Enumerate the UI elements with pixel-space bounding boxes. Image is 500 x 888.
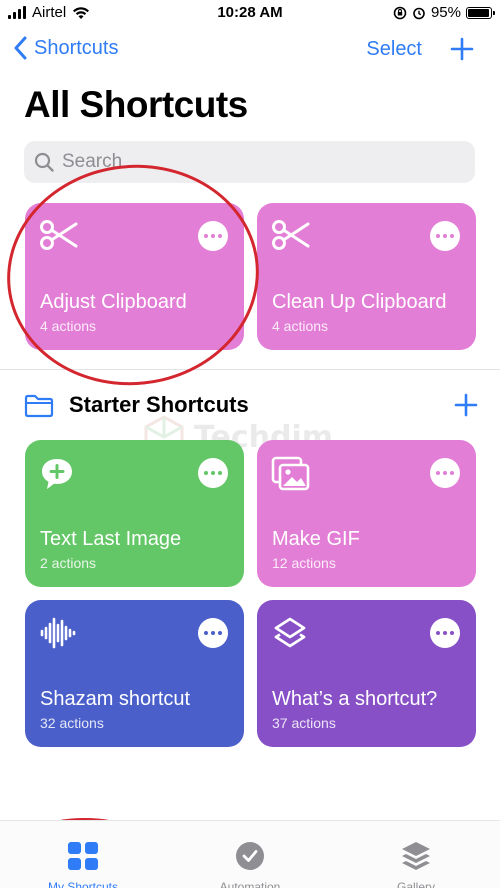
back-label: Shortcuts [34,36,119,59]
stack-icon [402,842,430,870]
search-bar[interactable] [24,141,475,183]
starter-section-header: Starter Shortcuts [24,392,478,420]
plus-icon [450,37,474,61]
photos-icon [271,456,310,491]
battery-icon [466,6,495,19]
add-shortcut-button[interactable] [450,36,474,67]
section-title: Starter Shortcuts [69,392,249,417]
shortcut-card-text-last-image[interactable]: Text Last Image 2 actions [25,440,244,587]
select-button[interactable]: Select [366,38,422,61]
layers-icon [274,617,306,648]
tab-label: Automation [219,880,281,888]
page-title: All Shortcuts [24,84,248,125]
battery-percent: 95% [430,4,461,21]
search-icon [34,152,54,172]
scissors-icon [40,220,78,250]
shortcut-title: Clean Up Clipboard [272,291,447,313]
scissors-icon [272,220,310,250]
shortcut-actions-count: 4 actions [272,318,329,334]
message-plus-icon [42,459,72,489]
search-input[interactable] [62,151,442,173]
folder-icon [24,394,54,418]
tab-bar: My Shortcuts Automation Gallery [0,820,500,888]
more-options-button[interactable] [430,458,460,488]
more-options-button[interactable] [430,221,460,251]
shortcut-card-whats-a-shortcut[interactable]: What’s a shortcut? 37 actions [257,600,476,747]
more-options-button[interactable] [198,221,228,251]
plus-icon [454,393,478,417]
shortcut-title: Make GIF [272,528,360,550]
grid-icon [68,842,98,870]
shortcut-card-adjust-clipboard[interactable]: Adjust Clipboard 4 actions [25,203,244,350]
chevron-left-icon [14,36,27,60]
alarm-icon [413,7,425,19]
shortcut-title: Text Last Image [40,528,182,550]
back-button[interactable]: Shortcuts [14,36,118,60]
nav-bar: Shortcuts Select [0,36,500,68]
add-starter-button[interactable] [454,392,478,423]
section-divider [0,369,500,370]
shortcut-actions-count: 4 actions [40,318,97,334]
more-options-button[interactable] [198,458,228,488]
tab-my-shortcuts[interactable]: My Shortcuts [23,841,143,888]
status-right: 95% [393,4,495,21]
more-options-button[interactable] [198,618,228,648]
orientation-lock-icon [393,6,407,19]
clock-check-icon [236,842,264,870]
shortcut-actions-count: 2 actions [40,555,97,571]
shortcut-card-clean-up-clipboard[interactable]: Clean Up Clipboard 4 actions [257,203,476,350]
tab-label: My Shortcuts [47,880,119,888]
status-bar: Airtel 10:28 AM 95% [0,0,500,28]
shortcut-actions-count: 37 actions [272,715,336,731]
tab-automation[interactable]: Automation [190,841,310,888]
shortcut-card-shazam-shortcut[interactable]: Shazam shortcut 32 actions [25,600,244,747]
shortcut-card-make-gif[interactable]: Make GIF 12 actions [257,440,476,587]
shortcut-actions-count: 12 actions [272,555,336,571]
shortcut-title: What’s a shortcut? [272,688,438,710]
tab-label: Gallery [396,880,435,888]
shortcut-actions-count: 32 actions [40,715,104,731]
shortcut-title: Adjust Clipboard [40,291,187,313]
tab-gallery[interactable]: Gallery [356,841,476,888]
shortcut-title: Shazam shortcut [40,688,191,710]
more-options-button[interactable] [430,618,460,648]
waveform-icon [40,617,76,649]
